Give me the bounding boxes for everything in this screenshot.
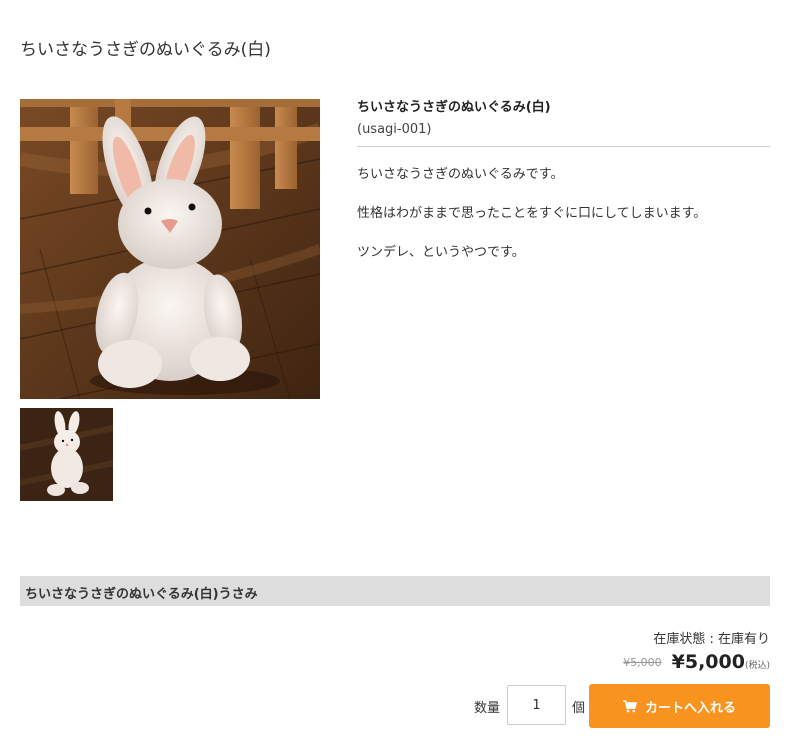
product-code: (usagi-001)	[357, 122, 432, 137]
quantity-label: 数量	[474, 701, 501, 716]
tax-note: (税込)	[744, 661, 770, 671]
stock-status: 在庫状態 : 在庫有り	[653, 632, 770, 647]
divider	[357, 146, 770, 147]
description-line: ちいさなうさぎのぬいぐるみです。	[357, 167, 564, 182]
quantity-input[interactable]	[507, 685, 566, 725]
description-line: ツンデレ、というやつです。	[357, 245, 525, 260]
product-page: ちいさなうさぎのぬいぐるみ(白) ちいさなうさぎのぬいぐるみ(白) (usagi…	[0, 0, 797, 738]
variant-name: ちいさなうさぎのぬいぐるみ(白)うさみ	[25, 587, 258, 602]
page-title: ちいさなうさぎのぬいぐるみ(白)	[20, 40, 271, 60]
price-row: ¥5,000 ¥5,000(税込)	[623, 651, 770, 673]
current-price: ¥5,000	[671, 651, 745, 673]
variant-header: ちいさなうさぎのぬいぐるみ(白)うさみ	[20, 576, 770, 606]
rabbit-plush-thumbnail-icon	[20, 408, 113, 501]
product-info: ちいさなうさぎのぬいぐるみ(白) (usagi-001) ちいさなうさぎのぬいぐ…	[357, 99, 770, 262]
cart-icon	[622, 699, 637, 712]
rabbit-plush-photo-icon	[20, 99, 320, 399]
product-description: ちいさなうさぎのぬいぐるみです。 性格はわがままで思ったことをすぐに口にしてしま…	[357, 166, 770, 262]
add-to-cart-label: カートへ入れる	[644, 700, 736, 716]
main-product-image	[20, 99, 320, 399]
product-thumbnail[interactable]	[20, 408, 113, 501]
description-line: 性格はわがままで思ったことをすぐに口にしてしまいます。	[357, 206, 707, 221]
product-name: ちいさなうさぎのぬいぐるみ(白)	[357, 100, 551, 115]
quantity-unit: 個	[572, 701, 586, 716]
original-price: ¥5,000	[623, 656, 662, 669]
add-to-cart-button[interactable]: カートへ入れる	[589, 684, 770, 728]
